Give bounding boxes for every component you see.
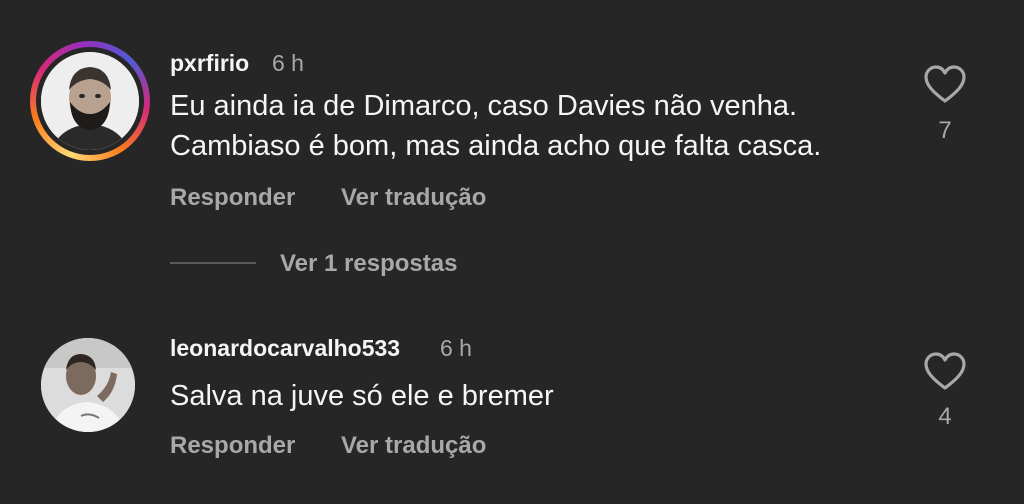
comment-text-line-1: Eu ainda ia de Dimarco, caso Davies não … bbox=[170, 90, 798, 122]
avatar[interactable] bbox=[41, 52, 139, 150]
comment-username[interactable]: leonardocarvalho533 bbox=[170, 335, 400, 362]
view-replies-button[interactable]: Ver 1 respostas bbox=[280, 250, 457, 278]
comment-text-line-1: Salva na juve só ele e bremer bbox=[170, 380, 554, 412]
comment-text-line-2: Cambiaso é bom, mas ainda acho que falta… bbox=[170, 130, 822, 162]
comment-username[interactable]: pxrfirio bbox=[170, 50, 249, 77]
story-ring-avatar[interactable] bbox=[30, 41, 150, 161]
heart-outline-icon[interactable] bbox=[923, 351, 967, 391]
reply-button[interactable]: Responder bbox=[170, 184, 295, 212]
avatar[interactable] bbox=[41, 338, 135, 432]
comment-time: 6 h bbox=[440, 335, 472, 361]
translate-button[interactable]: Ver tradução bbox=[341, 184, 486, 212]
comment-time: 6 h bbox=[272, 50, 304, 76]
comments-page: pxrfirio 6 h Eu ainda ia de Dimarco, cas… bbox=[0, 0, 1024, 504]
like-count: 4 bbox=[938, 403, 952, 430]
replies-divider bbox=[170, 262, 256, 264]
like-count: 7 bbox=[938, 117, 952, 144]
translate-button[interactable]: Ver tradução bbox=[341, 432, 486, 460]
user-avatar-image bbox=[41, 338, 135, 432]
reply-button[interactable]: Responder bbox=[170, 432, 295, 460]
user-avatar-image bbox=[41, 52, 139, 150]
heart-outline-icon[interactable] bbox=[923, 64, 967, 104]
